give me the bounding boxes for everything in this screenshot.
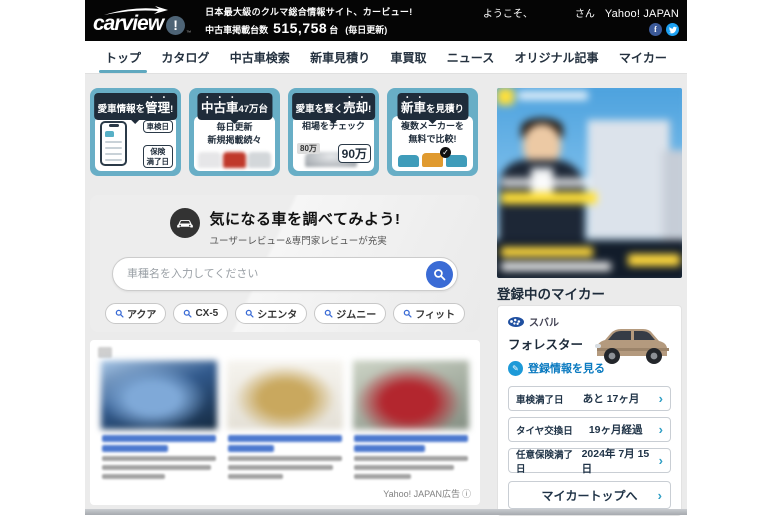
ad-car-image-tan — [226, 360, 344, 430]
window-bottom-edge — [85, 509, 687, 515]
ad-card-3[interactable] — [352, 360, 470, 479]
tab-mycar[interactable]: マイカー — [617, 41, 669, 73]
promo-pill: 中古車47万台 — [196, 93, 273, 120]
chip-sienta[interactable]: シエンタ — [235, 303, 308, 324]
tagline-text: 日本最大級のクルマ総合情報サイト、カービュー! — [205, 7, 413, 17]
count-note: (毎日更新) — [345, 25, 388, 35]
sidebar-ad[interactable] — [497, 88, 682, 278]
main-nav: トップ カタログ 中古車検索 新車見積り 車買取 ニュース オリジナル記事 マイ… — [85, 41, 687, 74]
promo-illustration: 複数メーカーを 無料で比較! ✓ — [392, 116, 473, 171]
site-header: carview ! ™ 日本最大級のクルマ総合情報サイト、カービュー! 中古車掲… — [85, 0, 687, 41]
promo-mycar-manage[interactable]: 愛車情報を管理! 車検日 保険 満了日 — [90, 88, 181, 176]
welcome-area: ようこそ、 さん Yahoo! JAPAN f — [483, 5, 679, 36]
compare-cars-image — [398, 153, 467, 167]
info-icon[interactable]: ⓘ — [462, 487, 471, 500]
facebook-icon[interactable]: f — [649, 23, 662, 36]
site-tagline: 日本最大級のクルマ総合情報サイト、カービュー! 中古車掲載台数 515,758 … — [205, 5, 412, 36]
promo-used-cars[interactable]: 中古車47万台 毎日更新 新規掲載続々 — [189, 88, 280, 176]
search-button[interactable] — [426, 260, 453, 288]
car-icon — [169, 208, 200, 238]
chevron-right-icon: › — [657, 487, 662, 503]
mycar-photo — [593, 318, 673, 373]
mycar-card: スバル フォレスター ✎ 登録情報を見る 車検満了日 あと 17ヶ月 › タイヤ… — [497, 305, 682, 516]
chip-fit[interactable]: フィット — [393, 303, 466, 324]
tab-news[interactable]: ニュース — [445, 41, 496, 73]
twitter-icon[interactable] — [666, 23, 679, 36]
check-icon: ✓ — [440, 147, 451, 158]
site: carview ! ™ 日本最大級のクルマ総合情報サイト、カービュー! 中古車掲… — [85, 0, 687, 516]
mycar-section-heading: 登録中のマイカー — [497, 287, 605, 302]
logo-arrow-icon — [104, 5, 168, 15]
ad-car-image-red — [352, 360, 470, 430]
subaru-logo-icon — [508, 316, 524, 327]
listing-ads-panel: Yahoo! JAPAN広告 ⓘ — [90, 340, 480, 505]
quick-search-chips: アクア CX-5 シエンタ ジムニー フィット — [90, 303, 480, 324]
trademark-symbol: ™ — [186, 29, 192, 36]
search-subtitle: ユーザーレビュー&専門家レビューが充実 — [209, 236, 387, 247]
chevron-right-icon: › — [658, 422, 663, 437]
phone-icon — [100, 121, 127, 166]
tab-catalog[interactable]: カタログ — [159, 41, 211, 73]
chip-cx5[interactable]: CX-5 — [173, 303, 229, 324]
promo-pill: 愛車情報を管理! — [93, 93, 178, 120]
pencil-icon: ✎ — [508, 360, 523, 376]
price-tag-low: 80万 — [297, 143, 320, 154]
promo-illustration: 車検日 保険 満了日 — [95, 116, 176, 171]
promo-sell-car[interactable]: 愛車を賢く売却! 相場をチェック 80万 90万 — [288, 88, 379, 176]
row-insurance-expiry[interactable]: 任意保険満了日 2024年 7月 15日 › — [508, 448, 671, 475]
ad-car-image-blue — [100, 360, 218, 430]
promo-illustration: 相場をチェック 80万 90万 — [293, 116, 374, 171]
mycar-top-button[interactable]: マイカートップへ › — [508, 481, 671, 509]
tab-used-car-search[interactable]: 中古車検索 — [228, 41, 292, 73]
promo-banner-row: 愛車情報を管理! 車検日 保険 満了日 中古車47万台 毎日更新 新規掲載続々 … — [90, 88, 480, 176]
chevron-right-icon: › — [658, 453, 663, 468]
promo-pill: 新車を見積り — [396, 93, 469, 120]
page-body: 愛車情報を管理! 車検日 保険 満了日 中古車47万台 毎日更新 新規掲載続々 … — [85, 74, 687, 516]
count-value: 515,758 — [273, 20, 328, 36]
tab-car-buyback[interactable]: 車買取 — [388, 41, 428, 73]
welcome-line: ようこそ、 さん Yahoo! JAPAN — [483, 5, 679, 20]
count-label: 中古車掲載台数 — [205, 25, 269, 35]
chip-aqua[interactable]: アクア — [104, 303, 167, 324]
mycar-info-rows: 車検満了日 あと 17ヶ月 › タイヤ交換日 19ヶ月経過 › 任意保険満了日 … — [508, 386, 671, 475]
bubble-inspection-date: 車検日 — [142, 120, 173, 134]
listing-count: 中古車掲載台数 515,758 台 (毎日更新) — [205, 20, 412, 36]
promo-illustration: 毎日更新 新規掲載続々 — [194, 116, 275, 171]
bubble-insurance-expiry: 保険 満了日 — [142, 145, 173, 168]
row-inspection-expiry[interactable]: 車検満了日 あと 17ヶ月 › — [508, 386, 671, 411]
social-icons: f — [649, 23, 679, 36]
ad-card-1[interactable] — [100, 360, 218, 479]
search-title: 気になる車を調べてみよう! — [209, 211, 401, 228]
welcome-prefix: ようこそ、 — [482, 9, 533, 20]
used-cars-image — [198, 152, 271, 168]
chevron-right-icon: › — [658, 391, 663, 406]
car-search-panel: 気になる車を調べてみよう! ユーザーレビュー&専門家レビューが充実 アクア CX… — [90, 195, 480, 332]
search-head: 気になる車を調べてみよう! ユーザーレビュー&専門家レビューが充実 — [90, 195, 480, 247]
chip-jimny[interactable]: ジムニー — [314, 303, 387, 324]
price-tag-high: 90万 — [337, 144, 371, 163]
promo-new-car-quote[interactable]: 新車を見積り 複数メーカーを 無料で比較! ✓ — [387, 88, 478, 176]
count-unit: 台 — [329, 25, 339, 35]
search-input[interactable] — [127, 268, 426, 280]
yahoo-japan-link[interactable]: Yahoo! JAPAN — [605, 8, 679, 20]
search-titles: 気になる車を調べてみよう! ユーザーレビュー&専門家レビューが充実 — [210, 208, 401, 247]
tab-original-articles[interactable]: オリジナル記事 — [513, 41, 601, 73]
row-tire-change[interactable]: タイヤ交換日 19ヶ月経過 › — [508, 417, 671, 442]
carview-logo[interactable]: carview ! ™ — [93, 5, 192, 36]
welcome-suffix: さん — [574, 9, 595, 20]
pr-badge — [98, 347, 112, 358]
brand-name: スバル — [529, 318, 559, 329]
ad-card-2[interactable] — [226, 360, 344, 479]
tab-new-car-quote[interactable]: 新車見積り — [308, 41, 372, 73]
search-bar — [112, 257, 458, 291]
logo-exclamation-icon: ! — [166, 15, 186, 35]
yahoo-ads-note[interactable]: Yahoo! JAPAN広告 ⓘ — [383, 487, 471, 500]
tab-top[interactable]: トップ — [98, 41, 148, 73]
promo-pill: 愛車を賢く売却! — [291, 93, 376, 120]
sidebar-ad-image — [497, 88, 682, 278]
